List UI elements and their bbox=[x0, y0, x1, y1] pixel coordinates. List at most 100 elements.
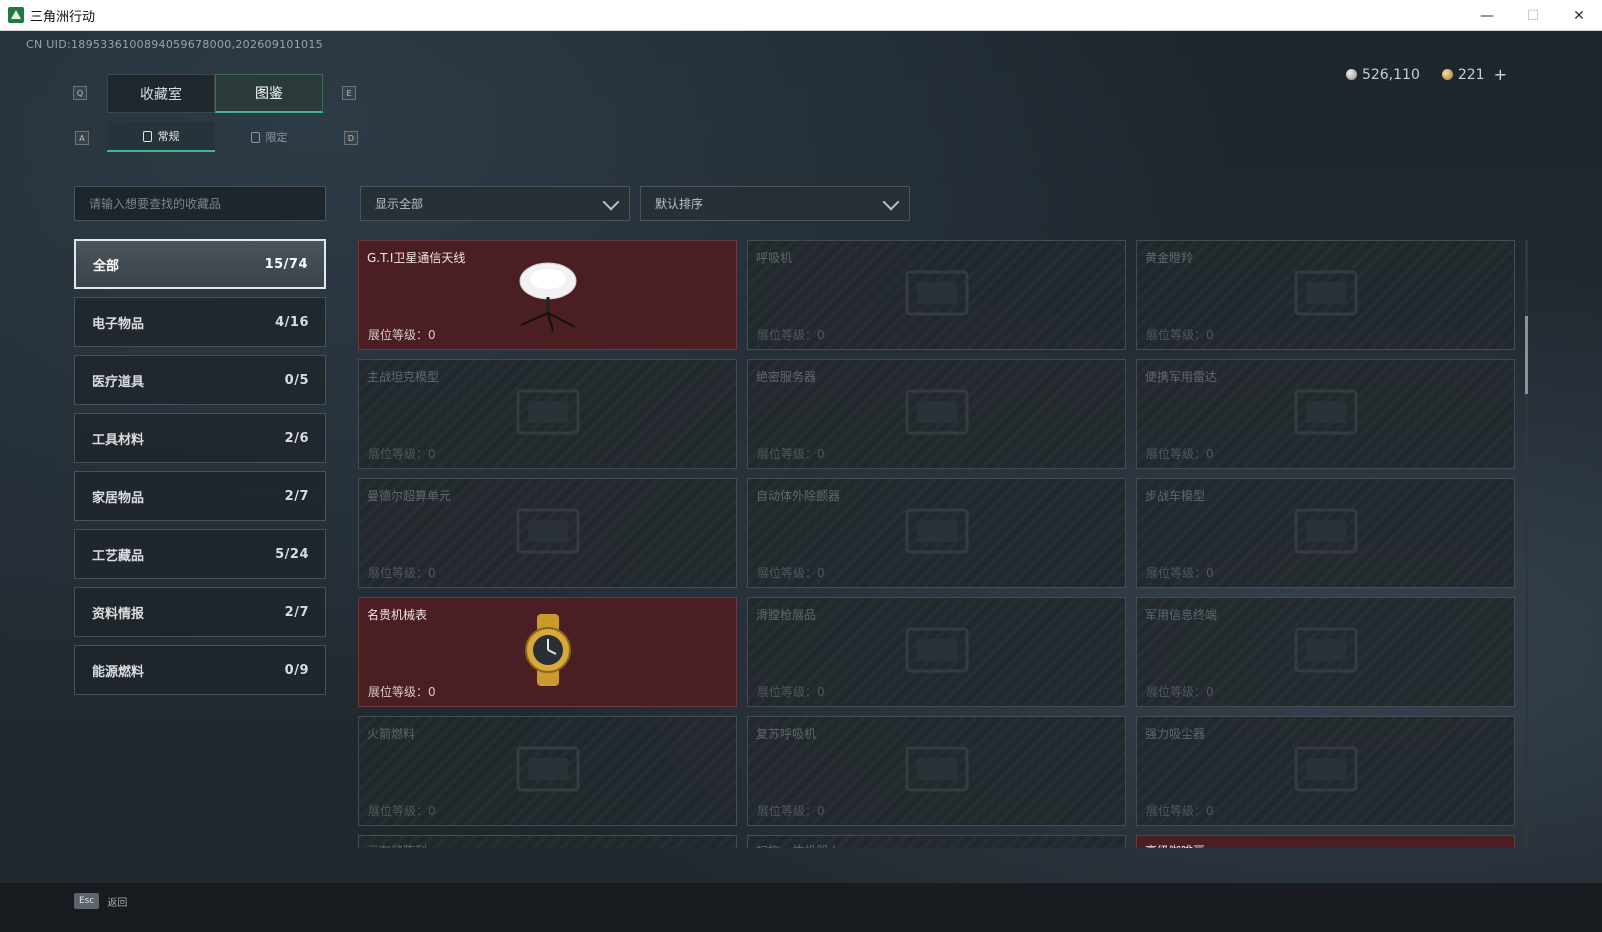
collectible-card[interactable]: 火箭燃料 展位等级：0 bbox=[358, 716, 737, 826]
category-count: 0/5 bbox=[284, 372, 309, 388]
collectible-card[interactable]: 高级咖啡豆 bbox=[1136, 835, 1515, 848]
terminal-icon bbox=[1286, 615, 1366, 689]
game-area: CN UID:1895336100894059678000,2026091010… bbox=[0, 31, 1602, 932]
silver-amount: 526,110 bbox=[1361, 66, 1420, 83]
gold-amount: 221 bbox=[1457, 66, 1485, 83]
search-input[interactable] bbox=[89, 196, 325, 211]
category-fuel[interactable]: 能源燃料 0/9 bbox=[74, 645, 326, 695]
display-level: 展位等级：0 bbox=[757, 326, 825, 343]
display-level: 展位等级：0 bbox=[1146, 326, 1214, 343]
category-all[interactable]: 全部 15/74 bbox=[74, 239, 326, 289]
collectible-card[interactable]: 名贵机械表 展位等级：0 bbox=[358, 597, 737, 707]
category-electronics[interactable]: 电子物品 4/16 bbox=[74, 297, 326, 347]
collectible-card[interactable]: 强力吸尘器 展位等级：0 bbox=[1136, 716, 1515, 826]
display-level: 展位等级：0 bbox=[1146, 564, 1214, 581]
item-grid-viewport: G.T.I卫星通信天线 展位等级：0 呼吸机 展位等级：0 黄金瞪羚 展位等级：0 主战坦克… bbox=[358, 240, 1520, 848]
collectible-name: 火箭燃料 bbox=[367, 727, 416, 741]
collectible-name: 主战坦克模型 bbox=[367, 370, 440, 384]
tab-collection-room[interactable]: 收藏室 bbox=[107, 74, 215, 113]
sort-dropdown[interactable]: 默认排序 bbox=[640, 186, 910, 221]
collectible-card[interactable]: G.T.I卫星通信天线 展位等级：0 bbox=[358, 240, 737, 350]
watch-icon bbox=[515, 614, 581, 690]
gazelle-statue-icon bbox=[1286, 258, 1366, 332]
display-level: 展位等级：0 bbox=[1146, 683, 1214, 700]
collectible-card[interactable]: 步战车模型 展位等级：0 bbox=[1136, 478, 1515, 588]
display-level-label: 展位等级： bbox=[368, 566, 429, 580]
display-level-value: 0 bbox=[1206, 328, 1214, 342]
subtab-limited[interactable]: 限定 bbox=[215, 122, 323, 152]
chevron-down-icon bbox=[602, 193, 620, 211]
display-level-label: 展位等级： bbox=[368, 447, 429, 461]
category-medical[interactable]: 医疗道具 0/5 bbox=[74, 355, 326, 405]
category-label: 工具材料 bbox=[92, 432, 145, 448]
collectible-name: 高级咖啡豆 bbox=[1145, 842, 1205, 848]
category-crafts[interactable]: 工艺藏品 5/24 bbox=[74, 529, 326, 579]
display-level-value: 0 bbox=[817, 566, 825, 580]
window-controls: — ☐ ✕ bbox=[1464, 0, 1602, 31]
category-tools[interactable]: 工具材料 2/6 bbox=[74, 413, 326, 463]
display-level-label: 展位等级： bbox=[368, 804, 429, 818]
limited-icon bbox=[250, 131, 260, 143]
display-level-value: 0 bbox=[1206, 685, 1214, 699]
radar-icon bbox=[1286, 377, 1366, 451]
display-level: 展位等级：0 bbox=[757, 445, 825, 462]
display-level-value: 0 bbox=[428, 328, 436, 342]
collectible-name: 强力吸尘器 bbox=[1145, 727, 1206, 741]
close-icon[interactable]: ✕ bbox=[1556, 0, 1602, 31]
back-button[interactable]: Esc 返回 bbox=[74, 893, 127, 909]
collectible-card[interactable]: 呼吸机展位等级：0 bbox=[747, 240, 1126, 350]
display-level-label: 展位等级： bbox=[368, 685, 429, 699]
collectible-name: 便携军用雷达 bbox=[1145, 370, 1218, 384]
minimize-icon[interactable]: — bbox=[1464, 0, 1510, 31]
next-tab-key-hint: E bbox=[342, 86, 356, 100]
esc-key-hint: Esc bbox=[74, 893, 100, 909]
category-label: 医疗道具 bbox=[92, 374, 145, 390]
tab-catalog[interactable]: 图鉴 bbox=[215, 74, 323, 113]
grid-scrollbar[interactable] bbox=[1525, 240, 1528, 848]
display-level-label: 展位等级： bbox=[1146, 328, 1207, 342]
category-count: 2/7 bbox=[284, 488, 309, 504]
window-titlebar: 三角洲行动 — ☐ ✕ bbox=[0, 0, 1602, 31]
display-level: 展位等级：0 bbox=[757, 683, 825, 700]
display-level: 展位等级：0 bbox=[757, 564, 825, 581]
filter-dropdown[interactable]: 显示全部 bbox=[360, 186, 630, 221]
server-icon bbox=[897, 377, 977, 451]
subtab-regular[interactable]: 常规 bbox=[107, 122, 215, 152]
collectible-card[interactable]: 主战坦克模型 展位等级：0 bbox=[358, 359, 737, 469]
regular-icon bbox=[142, 130, 152, 142]
category-list: 全部 15/74 电子物品 4/16 医疗道具 0/5 工具材料 2/6 家居物… bbox=[74, 239, 326, 703]
scrollbar-thumb[interactable] bbox=[1525, 316, 1528, 394]
maximize-icon[interactable]: ☐ bbox=[1510, 0, 1556, 31]
collectible-card[interactable]: 黄金瞪羚 展位等级：0 bbox=[1136, 240, 1515, 350]
display-level: 展位等级：0 bbox=[1146, 445, 1214, 462]
collectible-card[interactable]: 自动体外除颤器 展位等级：0 bbox=[747, 478, 1126, 588]
collectible-card[interactable]: 曼德尔超算单元 展位等级：0 bbox=[358, 478, 737, 588]
collectible-name: 扫拖一体机器人 bbox=[756, 842, 840, 848]
collectible-card[interactable]: 复苏呼吸机 展位等级：0 bbox=[747, 716, 1126, 826]
bottom-bar bbox=[0, 883, 1602, 932]
collectible-name: 滑膛枪展品 bbox=[756, 608, 817, 622]
collectible-card[interactable]: 云存储阵列 bbox=[358, 835, 737, 848]
search-box[interactable] bbox=[74, 186, 326, 221]
display-level-value: 0 bbox=[817, 447, 825, 461]
display-level: 展位等级：0 bbox=[757, 802, 825, 819]
display-level: 展位等级：0 bbox=[368, 445, 436, 462]
display-level-label: 展位等级： bbox=[1146, 447, 1207, 461]
collectible-card[interactable]: 军用信息终端 展位等级：0 bbox=[1136, 597, 1515, 707]
prev-subtab-key-hint: A bbox=[75, 131, 89, 145]
add-currency-button[interactable]: + bbox=[1494, 65, 1507, 84]
collectible-card[interactable]: 绝密服务器 展位等级：0 bbox=[747, 359, 1126, 469]
ventilator-icon bbox=[897, 258, 977, 332]
collectible-card[interactable]: 便携军用雷达 展位等级：0 bbox=[1136, 359, 1515, 469]
collectible-card[interactable]: 扫拖一体机器人 bbox=[747, 835, 1126, 848]
category-household[interactable]: 家居物品 2/7 bbox=[74, 471, 326, 521]
display-level-value: 0 bbox=[817, 685, 825, 699]
collectible-name: 呼吸机 bbox=[756, 251, 793, 265]
category-intel[interactable]: 资料情报 2/7 bbox=[74, 587, 326, 637]
display-level-value: 0 bbox=[817, 804, 825, 818]
collectible-card[interactable]: 滑膛枪展品展位等级：0 bbox=[747, 597, 1126, 707]
collectible-name: 曼德尔超算单元 bbox=[367, 489, 452, 503]
display-level: 展位等级：0 bbox=[368, 564, 436, 581]
display-level: 展位等级：0 bbox=[368, 326, 436, 343]
collectible-name: 名贵机械表 bbox=[367, 608, 428, 622]
